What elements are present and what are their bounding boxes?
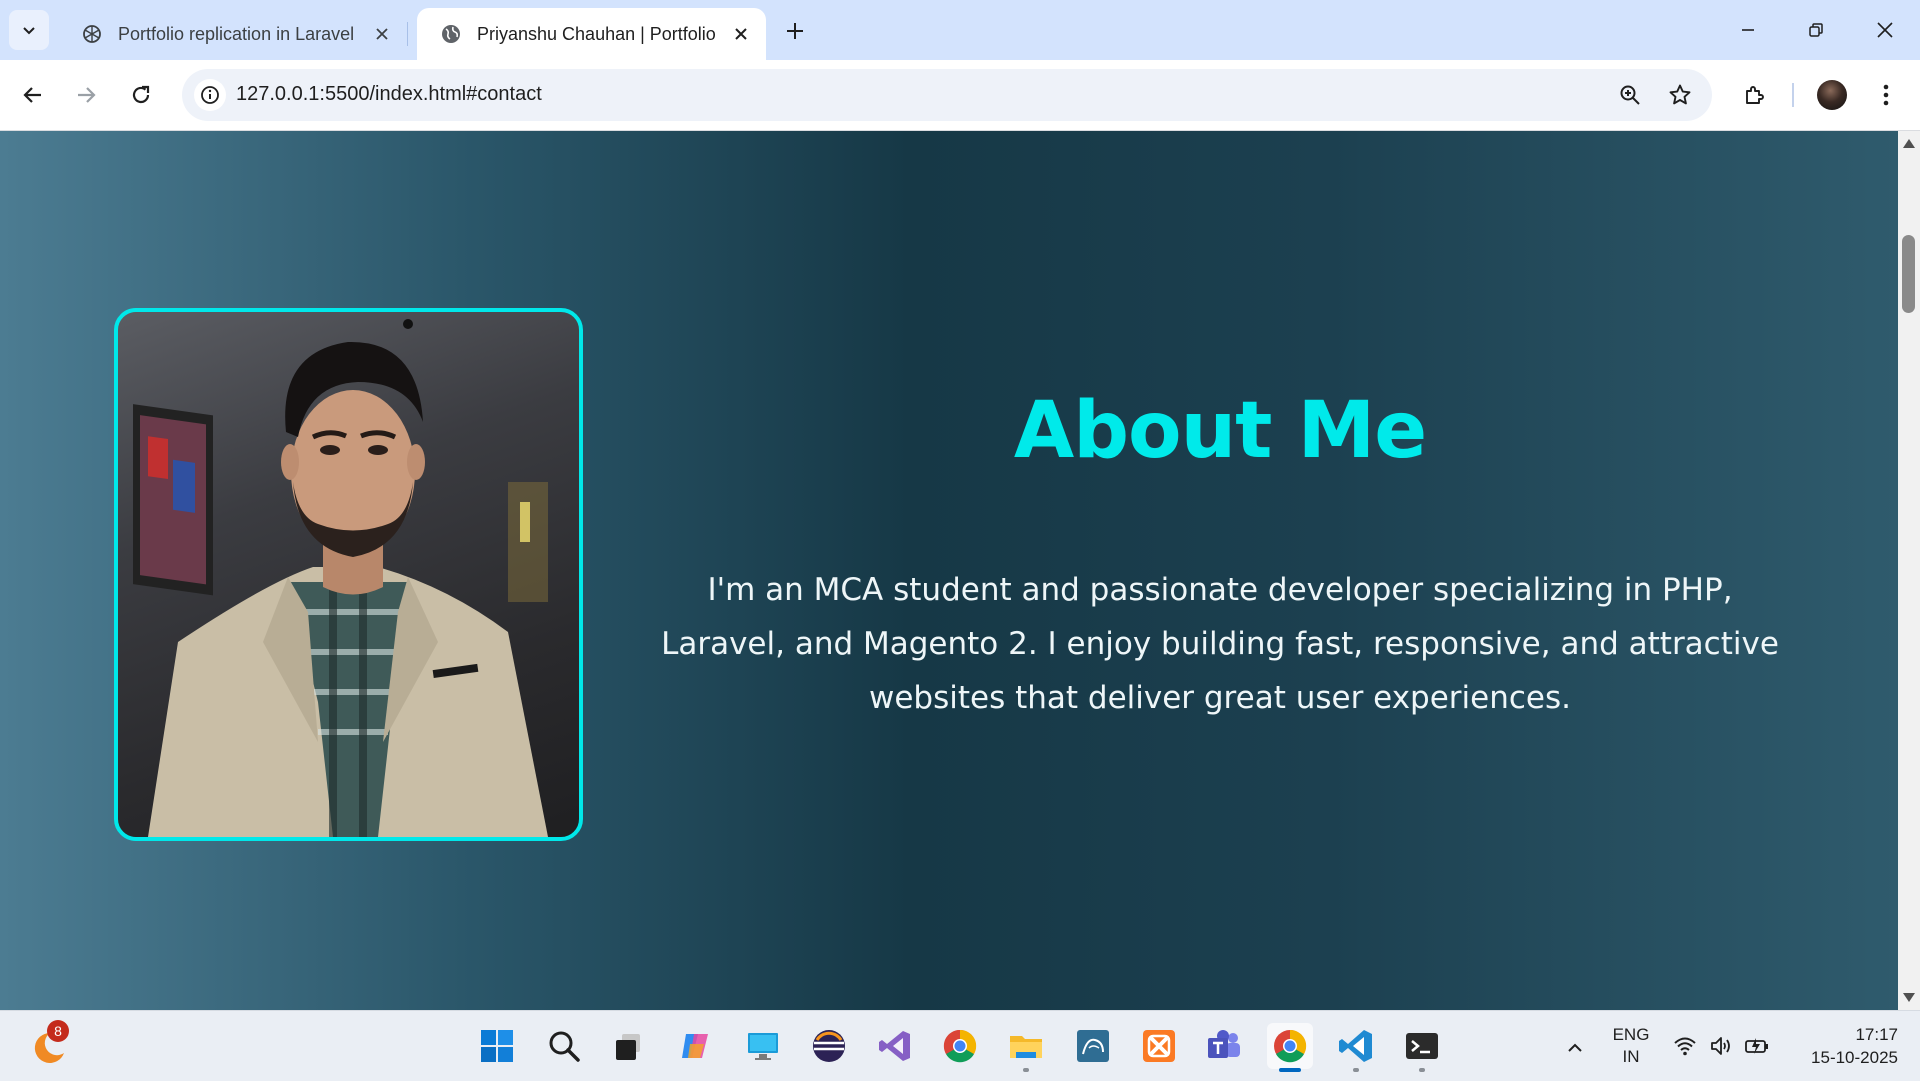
start-icon — [481, 1030, 513, 1062]
globe-icon — [442, 25, 460, 43]
copilot-icon — [682, 1034, 708, 1058]
file-explorer-icon — [1010, 1036, 1042, 1058]
chevron-down-icon — [23, 27, 35, 35]
running-indicator — [1023, 1068, 1029, 1072]
visual-studio-icon — [879, 1031, 910, 1061]
url-text[interactable]: 127.0.0.1:5500/index.html#contact — [236, 83, 542, 106]
close-icon[interactable] — [371, 23, 393, 45]
running-indicator — [1353, 1068, 1359, 1072]
profile-photo — [114, 308, 583, 841]
puzzle-icon — [1746, 86, 1764, 104]
start-button[interactable] — [474, 1023, 520, 1069]
remote-desktop-icon — [748, 1033, 778, 1060]
visual-studio-button[interactable] — [872, 1023, 918, 1069]
language-region: IN — [1622, 1047, 1640, 1066]
task-view-button[interactable] — [605, 1023, 651, 1069]
eclipse-button[interactable] — [806, 1023, 852, 1069]
taskbar: 8 ENG IN 17:17 15-10-2025 — [0, 1010, 1920, 1081]
eclipse-icon — [813, 1030, 845, 1062]
xampp-icon — [1143, 1030, 1175, 1062]
close-icon[interactable] — [730, 23, 752, 45]
reload-icon — [132, 85, 150, 104]
clock-date: 15-10-2025 — [1811, 1048, 1898, 1067]
browser-toolbar: 127.0.0.1:5500/index.html#contact — [0, 60, 1920, 131]
profile-avatar[interactable] — [1817, 80, 1847, 110]
tab-title: Portfolio replication in Laravel — [118, 23, 355, 44]
xampp-button[interactable] — [1136, 1023, 1182, 1069]
info-icon — [201, 86, 219, 104]
reload-button[interactable] — [121, 75, 161, 115]
tab-portfolio[interactable]: Priyanshu Chauhan | Portfolio — [417, 8, 766, 60]
battery-icon[interactable] — [1744, 1033, 1770, 1059]
forward-button[interactable] — [66, 75, 106, 115]
tab-search-button[interactable] — [9, 10, 49, 50]
arrow-left-icon — [23, 87, 41, 103]
file-explorer-button[interactable] — [1003, 1023, 1049, 1072]
address-bar[interactable]: 127.0.0.1:5500/index.html#contact — [182, 69, 1712, 121]
scroll-down-arrow-icon[interactable] — [1903, 993, 1915, 1002]
chrome-icon — [943, 1029, 977, 1063]
vscode-button[interactable] — [1333, 1023, 1379, 1072]
star-icon — [1669, 84, 1691, 105]
task-view-icon — [616, 1034, 640, 1060]
mysql-workbench-icon — [1077, 1030, 1109, 1062]
clock[interactable]: 17:17 15-10-2025 — [1786, 1023, 1898, 1069]
zoom-in-icon — [1620, 85, 1640, 105]
zoom-button[interactable] — [1616, 81, 1644, 109]
about-description: I'm an MCA student and passionate develo… — [661, 572, 1779, 716]
bookmark-button[interactable] — [1666, 81, 1694, 109]
tab-strip: Portfolio replication in Laravel Priyans… — [0, 0, 1920, 60]
minimize-button[interactable] — [1725, 12, 1771, 48]
more-vert-icon — [1883, 84, 1889, 106]
chrome-button[interactable] — [937, 1023, 983, 1069]
vscode-icon — [1339, 1030, 1372, 1062]
vertical-scrollbar[interactable] — [1898, 131, 1920, 1010]
arrow-right-icon — [78, 87, 96, 103]
new-tab-button[interactable] — [780, 16, 810, 46]
copilot-button[interactable] — [673, 1023, 719, 1069]
volume-icon[interactable] — [1708, 1033, 1734, 1059]
chrome-active-button[interactable] — [1267, 1023, 1313, 1072]
tab-title: Priyanshu Chauhan | Portfolio — [477, 23, 716, 44]
restore-button[interactable] — [1793, 12, 1839, 48]
plus-icon — [787, 23, 803, 39]
chatgpt-icon — [83, 25, 101, 43]
notification-badge: 8 — [47, 1020, 69, 1042]
chevron-up-icon — [1568, 1043, 1582, 1052]
minimize-icon — [1742, 29, 1754, 31]
mysql-workbench-button[interactable] — [1070, 1023, 1116, 1069]
teams-button[interactable] — [1201, 1023, 1247, 1069]
restore-icon — [1809, 23, 1823, 37]
remote-desktop-button[interactable] — [740, 1023, 786, 1069]
close-window-button[interactable] — [1862, 12, 1908, 48]
running-indicator — [1419, 1068, 1425, 1072]
active-indicator — [1279, 1068, 1301, 1072]
system-tray[interactable] — [1672, 1033, 1770, 1059]
menu-button[interactable] — [1872, 77, 1900, 113]
terminal-button[interactable] — [1399, 1023, 1445, 1072]
show-hidden-icons-button[interactable] — [1560, 1033, 1590, 1063]
taskbar-search-button[interactable] — [541, 1023, 587, 1069]
tab-portfolio-replication[interactable]: Portfolio replication in Laravel — [58, 8, 408, 60]
toolbar-divider — [1792, 83, 1794, 107]
scroll-thumb[interactable] — [1902, 235, 1915, 313]
clock-time: 17:17 — [1855, 1025, 1898, 1044]
language-code: ENG — [1612, 1025, 1650, 1044]
person-photo-illustration — [133, 319, 548, 837]
terminal-icon — [1406, 1033, 1438, 1059]
scroll-up-arrow-icon[interactable] — [1903, 139, 1915, 148]
site-info-button[interactable] — [194, 79, 226, 111]
language-indicator[interactable]: ENG IN — [1606, 1024, 1656, 1068]
close-icon — [1877, 22, 1893, 38]
back-button[interactable] — [13, 75, 53, 115]
page-viewport: About Me I'm an MCA student and passiona… — [0, 131, 1898, 1010]
search-icon — [549, 1031, 580, 1062]
wifi-icon[interactable] — [1672, 1033, 1698, 1059]
extensions-button[interactable] — [1736, 77, 1772, 113]
teams-icon — [1208, 1030, 1240, 1058]
chrome-icon — [1274, 1029, 1307, 1063]
about-title: About Me — [1013, 386, 1427, 476]
